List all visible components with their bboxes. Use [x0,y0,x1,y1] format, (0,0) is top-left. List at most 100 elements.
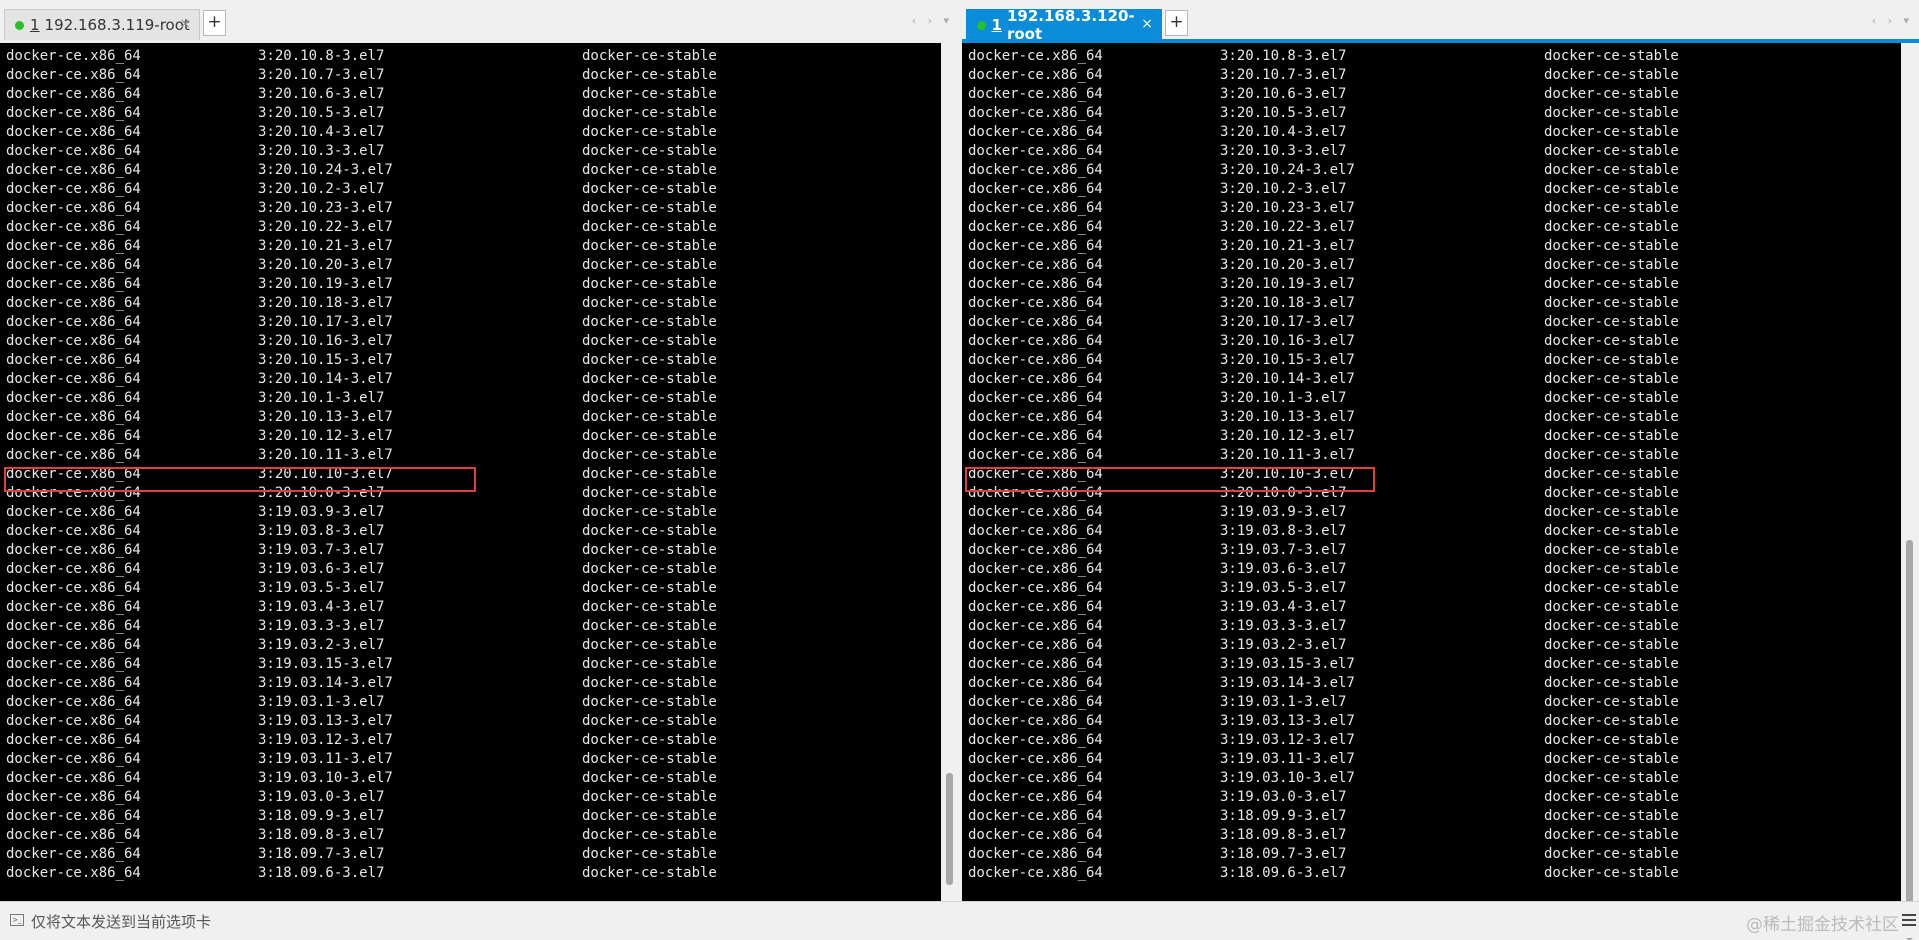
repository: docker-ce-stable [582,257,717,273]
package-version: 3:20.10.14-3.el7 [258,371,393,387]
package-name: docker-ce.x86_64 [968,257,1103,273]
package-name: docker-ce.x86_64 [968,447,1103,463]
repository: docker-ce-stable [582,447,717,463]
package-name: docker-ce.x86_64 [6,732,141,748]
menu-icon[interactable] [1902,914,1916,929]
repository: docker-ce-stable [582,105,717,121]
package-version: 3:19.03.6-3.el7 [258,561,385,577]
package-version: 3:20.10.5-3.el7 [1220,105,1347,121]
package-version: 3:20.10.8-3.el7 [1220,48,1347,64]
terminal-output[interactable]: docker-ce.x86_64 3:20.10.8-3.el7 docker-ce… [962,43,1919,902]
package-name: docker-ce.x86_64 [968,713,1103,729]
repository: docker-ce-stable [1544,352,1679,368]
terminal-icon[interactable]: >_ [10,914,24,926]
repository: docker-ce-stable [1544,314,1679,330]
package-name: docker-ce.x86_64 [6,219,141,235]
tab-session-119[interactable]: 1 192.168.3.119-root × [4,9,200,40]
repository: docker-ce-stable [1544,656,1679,672]
tab-title: 192.168.3.119-root [44,16,190,34]
package-version: 3:19.03.12-3.el7 [1220,732,1355,748]
close-icon[interactable]: × [179,16,191,32]
package-version: 3:19.03.0-3.el7 [1220,789,1347,805]
new-tab-button[interactable]: + [1165,10,1188,36]
repository: docker-ce-stable [582,599,717,615]
package-version: 3:19.03.12-3.el7 [258,732,393,748]
package-version: 3:20.10.11-3.el7 [1220,447,1355,463]
package-version: 3:19.03.0-3.el7 [258,789,385,805]
repository: docker-ce-stable [582,219,717,235]
package-name: docker-ce.x86_64 [6,808,141,824]
repository: docker-ce-stable [1544,675,1679,691]
repository: docker-ce-stable [1544,542,1679,558]
package-version: 3:20.10.5-3.el7 [258,105,385,121]
highlight-box [965,467,1375,492]
package-version: 3:20.10.2-3.el7 [1220,181,1347,197]
repository: docker-ce-stable [1544,580,1679,596]
repository: docker-ce-stable [582,428,717,444]
scrollbar[interactable] [941,43,959,902]
new-tab-button[interactable]: + [203,10,226,36]
repository: docker-ce-stable [1544,295,1679,311]
package-name: docker-ce.x86_64 [968,238,1103,254]
repository: docker-ce-stable [1544,618,1679,634]
package-name: docker-ce.x86_64 [968,732,1103,748]
repository: docker-ce-stable [582,143,717,159]
repository: docker-ce-stable [1544,105,1679,121]
package-version: 3:20.10.17-3.el7 [1220,314,1355,330]
tab-nav-arrows[interactable]: ‹ › ▾ [1872,14,1913,27]
tab-number: 1 [991,16,1002,34]
package-version: 3:20.10.7-3.el7 [1220,67,1347,83]
package-version: 3:20.10.14-3.el7 [1220,371,1355,387]
scrollbar[interactable] [1901,43,1919,940]
repository: docker-ce-stable [1544,789,1679,805]
package-name: docker-ce.x86_64 [968,314,1103,330]
terminal-output[interactable]: docker-ce.x86_64 3:20.10.8-3.el7 docker-ce… [0,43,959,902]
repository: docker-ce-stable [582,542,717,558]
package-name: docker-ce.x86_64 [6,257,141,273]
package-name: docker-ce.x86_64 [968,428,1103,444]
repository: docker-ce-stable [582,333,717,349]
package-version: 3:20.10.2-3.el7 [258,181,385,197]
package-version: 3:19.03.11-3.el7 [1220,751,1355,767]
package-name: docker-ce.x86_64 [6,295,141,311]
package-name: docker-ce.x86_64 [6,580,141,596]
package-name: docker-ce.x86_64 [6,865,141,881]
package-name: docker-ce.x86_64 [6,770,141,786]
tab-session-120[interactable]: 1 192.168.3.120-root × [966,7,1162,43]
package-version: 3:19.03.4-3.el7 [258,599,385,615]
package-name: docker-ce.x86_64 [968,846,1103,862]
close-icon[interactable]: × [1141,16,1153,32]
package-name: docker-ce.x86_64 [6,599,141,615]
send-to-current-tab-label[interactable]: 仅将文本发送到当前选项卡 [31,911,211,932]
package-version: 3:20.10.15-3.el7 [258,352,393,368]
repository: docker-ce-stable [582,124,717,140]
repository: docker-ce-stable [582,827,717,843]
package-version: 3:18.09.8-3.el7 [1220,827,1347,843]
package-version: 3:20.10.3-3.el7 [1220,143,1347,159]
package-name: docker-ce.x86_64 [6,352,141,368]
repository: docker-ce-stable [582,694,717,710]
repository: docker-ce-stable [582,713,717,729]
repository: docker-ce-stable [582,409,717,425]
repository: docker-ce-stable [582,732,717,748]
package-name: docker-ce.x86_64 [6,751,141,767]
repository: docker-ce-stable [1544,86,1679,102]
package-version: 3:19.03.5-3.el7 [258,580,385,596]
repository: docker-ce-stable [1544,143,1679,159]
package-name: docker-ce.x86_64 [6,675,141,691]
package-version: 3:19.03.13-3.el7 [258,713,393,729]
repository: docker-ce-stable [582,504,717,520]
package-name: docker-ce.x86_64 [6,846,141,862]
package-version: 3:20.10.12-3.el7 [258,428,393,444]
package-version: 3:20.10.20-3.el7 [1220,257,1355,273]
package-name: docker-ce.x86_64 [968,561,1103,577]
package-version: 3:20.10.13-3.el7 [258,409,393,425]
scrollbar-thumb[interactable] [1906,540,1913,940]
repository: docker-ce-stable [582,751,717,767]
scrollbar-thumb[interactable] [946,773,953,885]
package-version: 3:20.10.3-3.el7 [258,143,385,159]
package-version: 3:20.10.15-3.el7 [1220,352,1355,368]
tab-nav-arrows[interactable]: ‹ › ▾ [912,14,953,27]
repository: docker-ce-stable [582,618,717,634]
package-version: 3:19.03.6-3.el7 [1220,561,1347,577]
